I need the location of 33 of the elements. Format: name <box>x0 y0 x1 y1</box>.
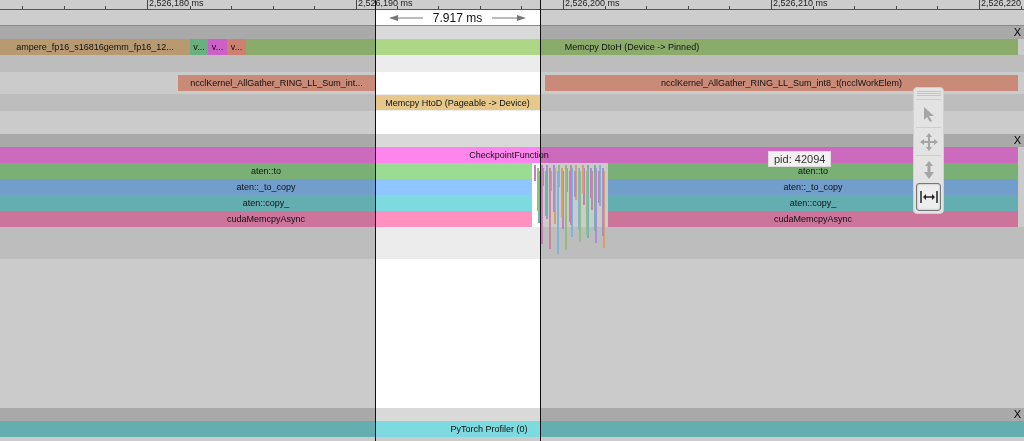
close-button[interactable]: X <box>1013 408 1021 421</box>
close-button[interactable]: X <box>1013 26 1021 39</box>
trace-slice[interactable]: ampere_fp16_s16816gemm_fp16_12... <box>0 39 190 55</box>
time-tick-label: 2,526,220 <box>981 0 1022 8</box>
time-tick-label: 2,526,210 ms <box>773 0 828 8</box>
close-button[interactable]: X <box>1013 134 1021 147</box>
drag-handle[interactable] <box>916 91 941 97</box>
pointer-icon <box>922 105 935 122</box>
trace-slice[interactable]: aten::copy_ <box>608 195 1018 211</box>
move-icon <box>919 132 938 151</box>
trace-slice[interactable]: aten::copy_ <box>0 195 532 211</box>
trace-slice[interactable]: cudaMemcpyAsync <box>0 211 532 227</box>
trace-slice[interactable]: PyTorch Profiler (0) <box>0 421 1024 437</box>
trace-slice[interactable]: ncclKernel_AllGather_RING_LL_Sum_int8_t(ncclWorkElem) <box>545 75 1018 91</box>
left-arrow-icon <box>388 13 423 22</box>
tooltip: pid: 42094 <box>768 151 832 167</box>
time-tick-label: 2,526,180 ms <box>149 0 204 8</box>
horizontal-measure-icon <box>919 191 938 203</box>
trace-slice[interactable]: aten::_to_copy <box>608 179 1018 195</box>
trace-slice[interactable]: v... <box>208 39 227 55</box>
selection-duration: 7.917 ms <box>432 10 483 25</box>
vertical-arrow-icon <box>922 160 935 179</box>
trace-slice[interactable]: aten::_to_copy <box>0 179 532 195</box>
trace-slice[interactable]: aten::to <box>0 163 532 179</box>
right-arrow-icon <box>492 13 527 22</box>
trace-slice[interactable]: v... <box>227 39 246 55</box>
trace-slice[interactable]: ncclKernel_AllGather_RING_LL_Sum_int... <box>178 75 375 91</box>
tool-button[interactable] <box>916 183 941 211</box>
time-tick-label: 2,526,200 ms <box>565 0 620 8</box>
trace-slice[interactable]: cudaMemcpyAsync <box>608 211 1018 227</box>
trace-slice[interactable]: Memcpy HtoD (Pageable -> Device) <box>375 95 540 110</box>
trace-slice[interactable]: Memcpy DtoH (Device -> Pinned) <box>246 39 1018 55</box>
trace-slice[interactable]: v... <box>190 39 208 55</box>
